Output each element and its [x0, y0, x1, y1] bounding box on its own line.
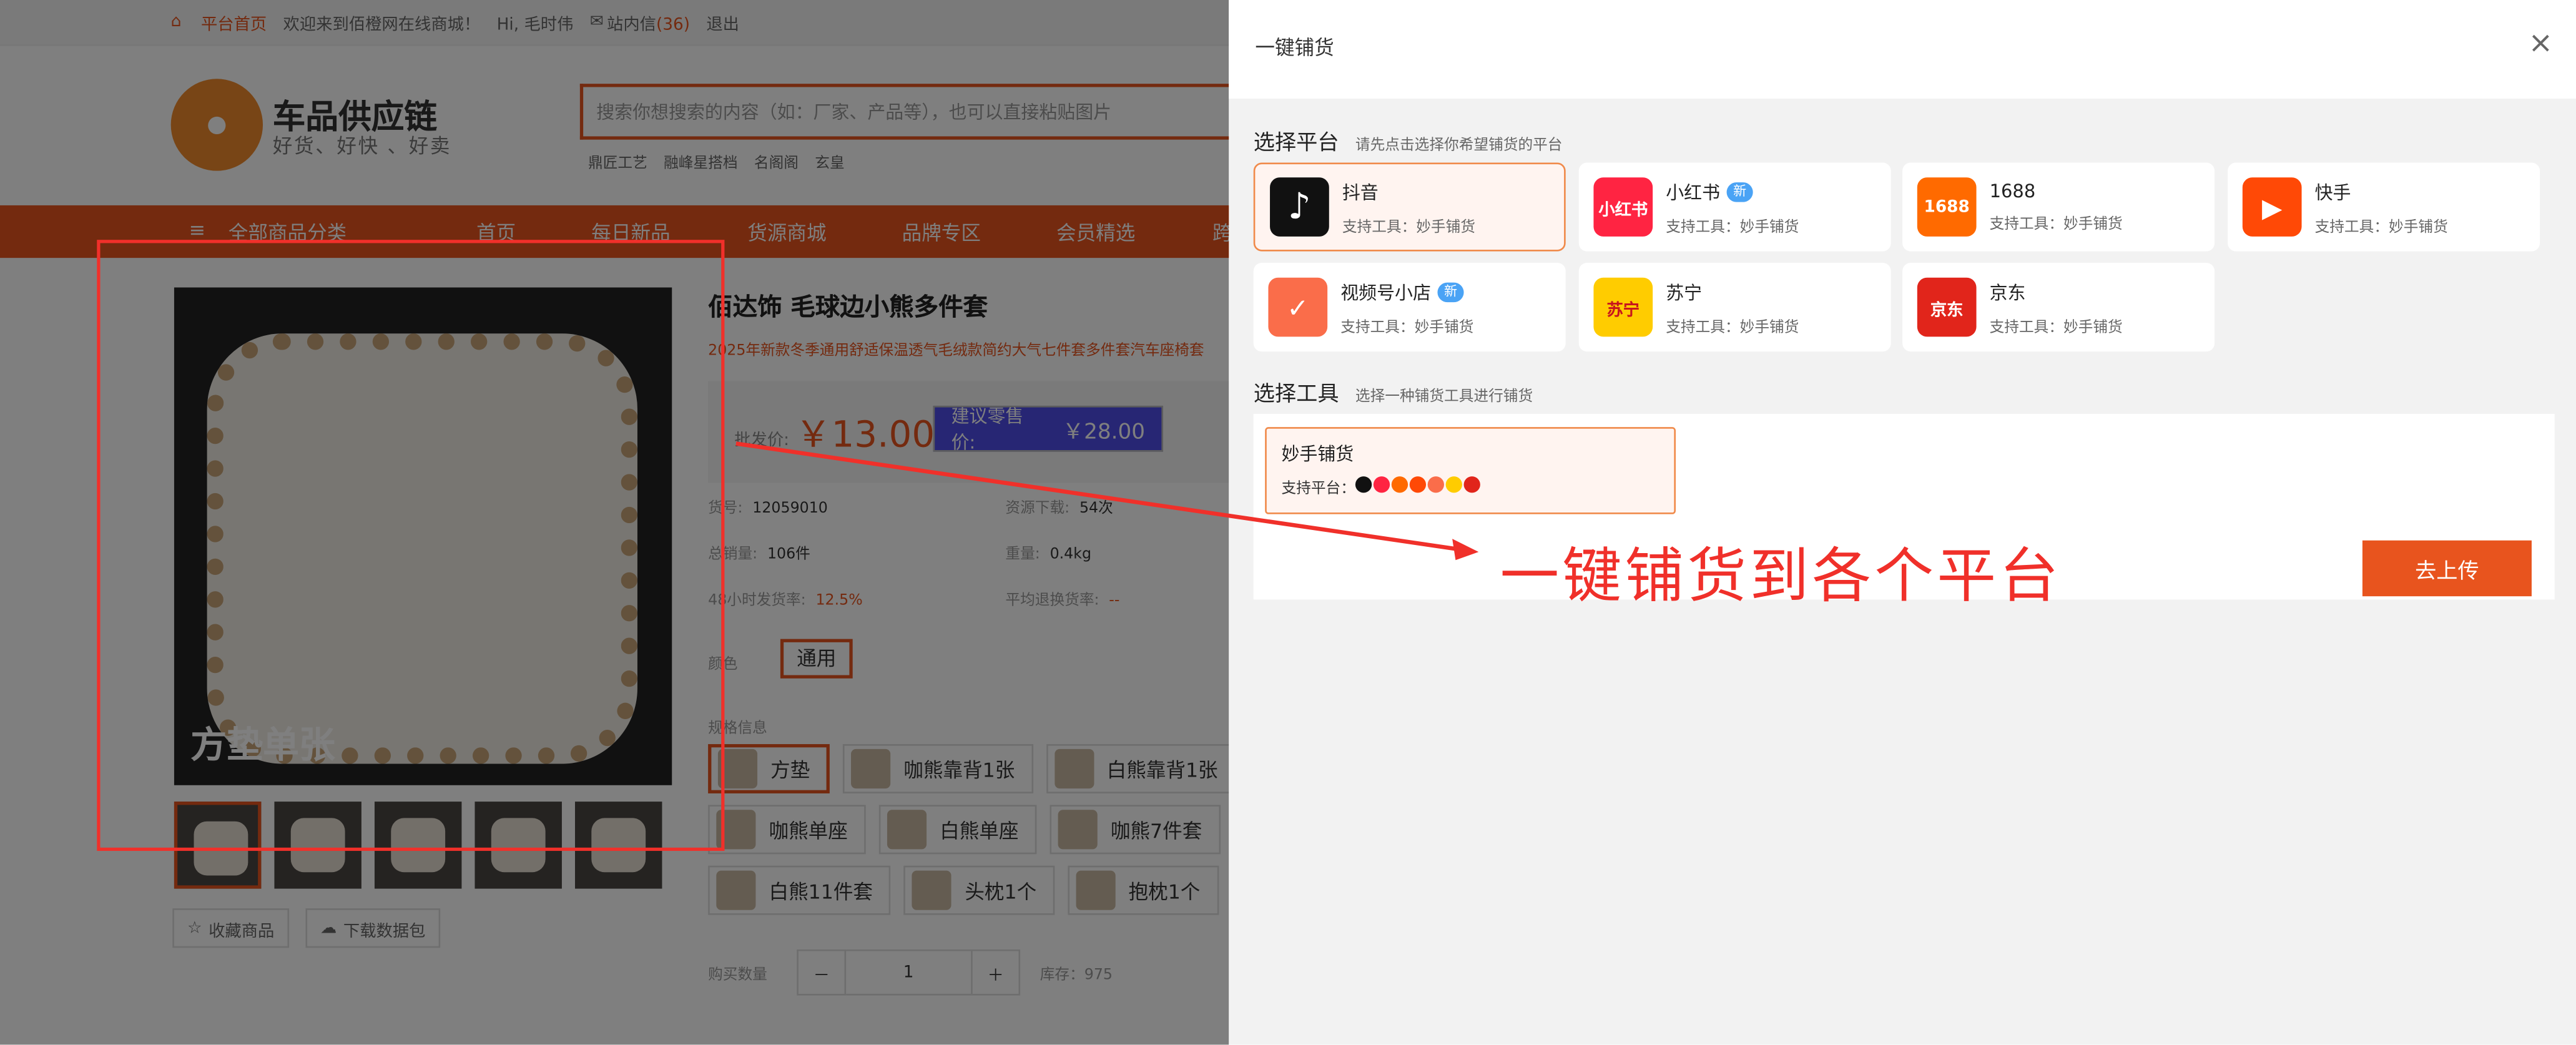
annotation-arrow — [735, 441, 1479, 561]
arrow-line — [735, 441, 1466, 552]
arrow-head — [1452, 539, 1479, 561]
annotation-text: 一键铺货到各个平台 — [1500, 543, 2062, 611]
